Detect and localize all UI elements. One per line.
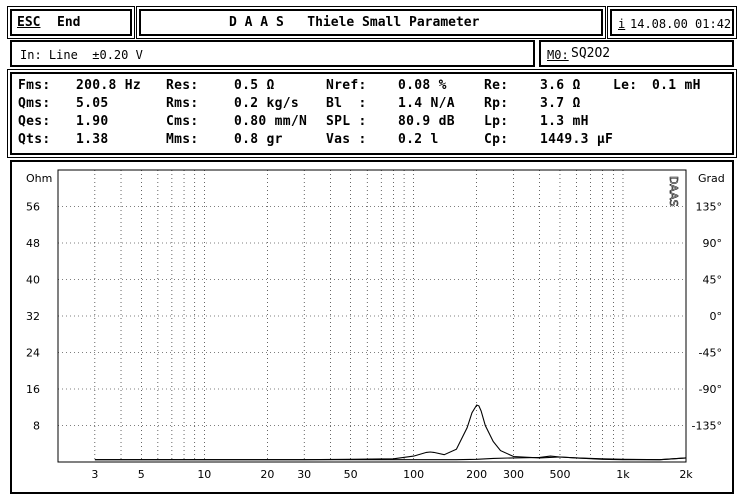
param-value: 3.7 Ω — [540, 96, 581, 111]
param-key: Fms: — [18, 78, 51, 93]
param-key: Le: — [613, 78, 638, 93]
input-label: In: Line ±0.20 V — [20, 48, 143, 62]
param-value: 1.3 mH — [540, 114, 589, 129]
param-key: Rp: — [484, 96, 509, 111]
param-value: 1449.3 µF — [540, 132, 614, 147]
y-right-tick-label: -135° — [692, 420, 722, 433]
memory-box[interactable]: M0: SQ2O2 — [539, 40, 734, 67]
datetime: 14.08.00 01:42 — [630, 17, 732, 31]
param-key: SPL : — [326, 114, 367, 129]
x-tick-label: 10 — [197, 468, 211, 481]
x-tick-label: 500 — [549, 468, 570, 481]
impedance-chart-frame: Ohm Grad 56 48 40 32 24 16 8 135° 90° 45° 0° -45° -90°… — [10, 160, 734, 494]
x-tick-label: 2k — [679, 468, 693, 481]
x-tick-label: 100 — [403, 468, 424, 481]
y-left-tick-label: 8 — [33, 420, 40, 433]
param-value: 0.1 mH — [652, 78, 701, 93]
param-value: 0.5 Ω — [234, 78, 275, 93]
info-key[interactable]: i — [618, 16, 625, 32]
param-value: 1.90 — [76, 114, 109, 129]
x-tick-label: 20 — [260, 468, 274, 481]
param-value: 200.8 Hz — [76, 78, 142, 93]
param-key: Res: — [166, 78, 199, 93]
param-key: Bl : — [326, 96, 367, 111]
param-key: Mms: — [166, 132, 199, 147]
input-box[interactable]: In: Line ±0.20 V — [10, 40, 535, 67]
esc-key[interactable]: ESC — [17, 15, 40, 31]
param-key: Rms: — [166, 96, 199, 111]
param-key: Lp: — [484, 114, 509, 129]
daas-watermark: DAAS — [667, 176, 680, 207]
param-value: 0.8 gr — [234, 132, 283, 147]
param-value: 5.05 — [76, 96, 109, 111]
esc-end-box[interactable]: ESC End — [7, 6, 135, 39]
x-tick-label: 5 — [138, 468, 145, 481]
y-left-tick-label: 16 — [26, 383, 40, 396]
parameters-panel: Fms: 200.8 Hz Res: 0.5 Ω Nref: 0.08 % Re: 3.6 Ω… — [7, 69, 737, 158]
impedance-curve — [94, 404, 687, 461]
y-left-tick-label: 32 — [26, 310, 40, 323]
y-left-tick-label: 24 — [26, 347, 40, 360]
plot-border — [57, 169, 687, 463]
x-tick-label: 1k — [616, 468, 630, 481]
param-key: Cp: — [484, 132, 509, 147]
param-key: Vas : — [326, 132, 367, 147]
title-box: D A A S Thiele Small Parameter — [136, 6, 606, 39]
x-tick-label: 300 — [503, 468, 524, 481]
param-key: Qes: — [18, 114, 51, 129]
param-value: 0.80 mm/N — [234, 114, 308, 129]
y-right-tick-label: -45° — [699, 347, 722, 360]
param-value: 1.38 — [76, 132, 109, 147]
y-left-tick-label: 48 — [26, 237, 40, 250]
phase-curve — [94, 455, 687, 461]
y-left-tick-label: 56 — [26, 201, 40, 214]
datetime-box: i 14.08.00 01:42 — [607, 6, 737, 39]
x-tick-label: 30 — [297, 468, 311, 481]
param-value: 80.9 dB — [398, 114, 455, 129]
y-right-axis-label: Grad — [698, 172, 725, 185]
impedance-chart: Ohm Grad 56 48 40 32 24 16 8 135° 90° 45° 0° -45° -90°… — [26, 169, 725, 481]
param-key: Re: — [484, 78, 509, 93]
memory-key[interactable]: M0: — [547, 47, 569, 63]
y-right-tick-label: -90° — [699, 383, 722, 396]
param-key: Nref: — [326, 78, 367, 93]
param-value: 0.08 % — [398, 78, 447, 93]
param-value: 1.4 N/A — [398, 96, 455, 111]
param-value: 0.2 kg/s — [234, 96, 300, 111]
y-right-tick-label: 45° — [703, 274, 723, 287]
y-right-tick-label: 135° — [696, 201, 723, 214]
param-key: Cms: — [166, 114, 199, 129]
param-key: Qms: — [18, 96, 51, 111]
x-tick-label: 3 — [91, 468, 98, 481]
y-left-axis-label: Ohm — [26, 172, 52, 185]
y-right-tick-label: 90° — [703, 237, 723, 250]
param-key: Qts: — [18, 132, 51, 147]
x-tick-label: 50 — [344, 468, 358, 481]
y-left-tick-label: 40 — [26, 274, 40, 287]
y-right-tick-label: 0° — [710, 310, 723, 323]
x-tick-label: 200 — [466, 468, 487, 481]
memory-value: SQ2O2 — [571, 46, 611, 61]
end-label[interactable]: End — [57, 15, 80, 31]
param-value: 0.2 l — [398, 132, 439, 147]
param-value: 3.6 Ω — [540, 78, 581, 93]
page-title: D A A S Thiele Small Parameter — [229, 15, 480, 30]
